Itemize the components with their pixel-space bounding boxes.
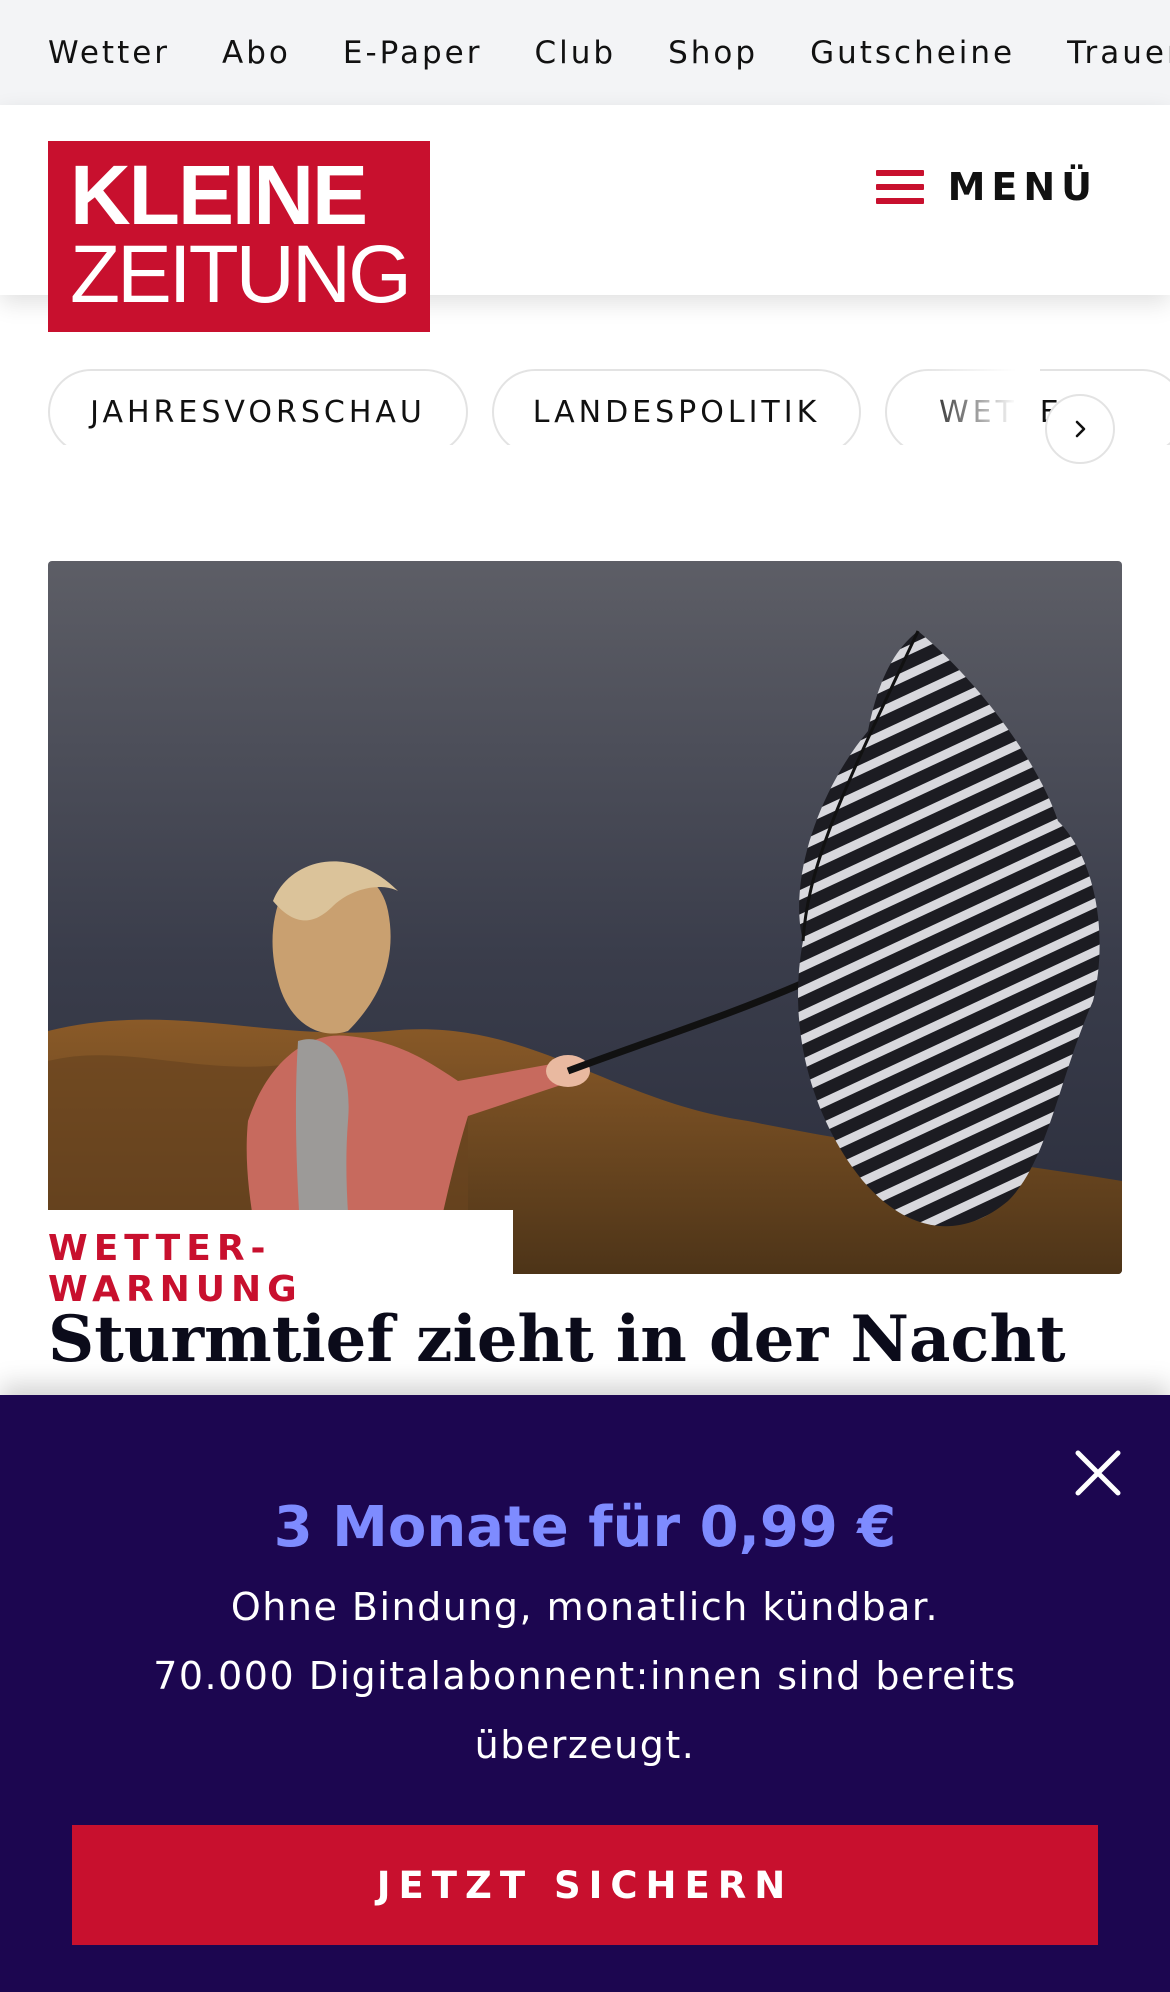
top-nav-club[interactable]: Club <box>534 35 616 71</box>
offer-line-1: Ohne Bindung, monatlich kündbar. <box>230 1585 940 1629</box>
article-kicker: WETTER-WARNUNG <box>48 1210 513 1310</box>
top-nav: Wetter Abo E-Paper Club Shop Gutscheine … <box>0 0 1170 105</box>
storm-photo <box>48 561 1122 1274</box>
jetzt-sichern-button[interactable]: JETZT SICHERN <box>72 1825 1098 1945</box>
top-nav-gutscheine[interactable]: Gutscheine <box>810 35 1015 71</box>
kleine-zeitung-logo[interactable]: KLEINE ZEITUNG <box>48 141 430 332</box>
chip-jahresvorschau[interactable]: JAHRESVORSCHAU <box>48 369 468 445</box>
close-icon <box>1075 1450 1121 1496</box>
chip-landespolitik[interactable]: LANDESPOLITIK <box>492 369 861 445</box>
top-nav-shop[interactable]: Shop <box>668 35 758 71</box>
chips-next-button[interactable] <box>1045 394 1115 464</box>
menu-button[interactable]: MENÜ <box>875 165 1098 209</box>
site-header: KLEINE ZEITUNG MENÜ <box>0 105 1170 332</box>
top-nav-wetter[interactable]: Wetter <box>48 35 170 71</box>
subscription-banner: 3 Monate für 0,99 € Ohne Bindung, monatl… <box>0 1395 1170 1992</box>
top-nav-e-paper[interactable]: E-Paper <box>343 35 483 71</box>
offer-description: Ohne Bindung, monatlich kündbar. 70.000 … <box>150 1573 1020 1780</box>
chevron-right-icon <box>1075 420 1086 438</box>
article-hero-image[interactable] <box>48 561 1122 1274</box>
menu-label: MENÜ <box>947 165 1098 209</box>
article-headline[interactable]: Sturmtief zieht in der Nacht <box>48 1302 1066 1377</box>
hamburger-icon <box>875 170 924 204</box>
logo-line-1: KLEINE <box>70 148 368 242</box>
top-nav-abo[interactable]: Abo <box>222 35 291 71</box>
close-banner-button[interactable] <box>1070 1445 1126 1501</box>
top-navigation-bar: Wetter Abo E-Paper Club Shop Gutscheine … <box>0 0 1170 105</box>
logo-line-2: ZEITUNG <box>70 229 412 320</box>
top-nav-trauerportal[interactable]: Trauerportal <box>1067 35 1170 71</box>
offer-line-2: 70.000 Digitalabonnent:innen sind bereit… <box>153 1654 1017 1767</box>
offer-title: 3 Monate für 0,99 € <box>273 1495 897 1560</box>
chips-fade-overlay <box>920 355 1040 445</box>
